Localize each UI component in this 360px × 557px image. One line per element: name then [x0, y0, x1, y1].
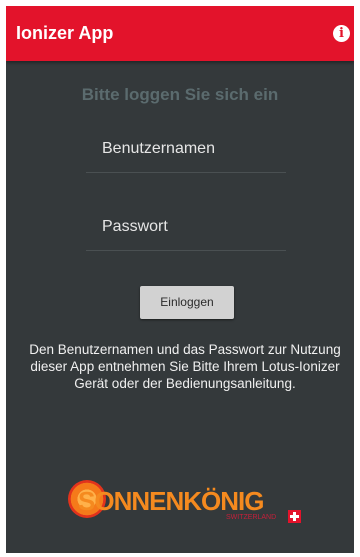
- logo-tagline: SWITZERLAND: [226, 514, 277, 521]
- login-heading: Bitte loggen Sie sich ein: [81, 85, 279, 104]
- app-screen: Ionizer App i Bitte loggen Sie sich ein …: [6, 6, 354, 553]
- username-placeholder: Benutzernamen: [102, 140, 215, 157]
- info-icon[interactable]: i: [333, 25, 350, 42]
- password-placeholder: Passwort: [102, 218, 168, 235]
- swiss-cross-icon: [288, 510, 301, 523]
- login-hint-text: Den Benutzernamen und das Passwort zur N…: [29, 342, 341, 391]
- logo-wordmark: SONNENKÖNIG: [78, 486, 264, 516]
- sonnenkonig-logo: SONNENKÖNIG SWITZERLAND: [64, 474, 304, 536]
- username-field[interactable]: Benutzernamen: [86, 132, 286, 173]
- app-title: Ionizer App: [16, 23, 114, 43]
- password-field[interactable]: Passwort: [86, 210, 286, 251]
- login-button[interactable]: Einloggen: [140, 286, 234, 319]
- app-bar: Ionizer App i: [6, 6, 354, 61]
